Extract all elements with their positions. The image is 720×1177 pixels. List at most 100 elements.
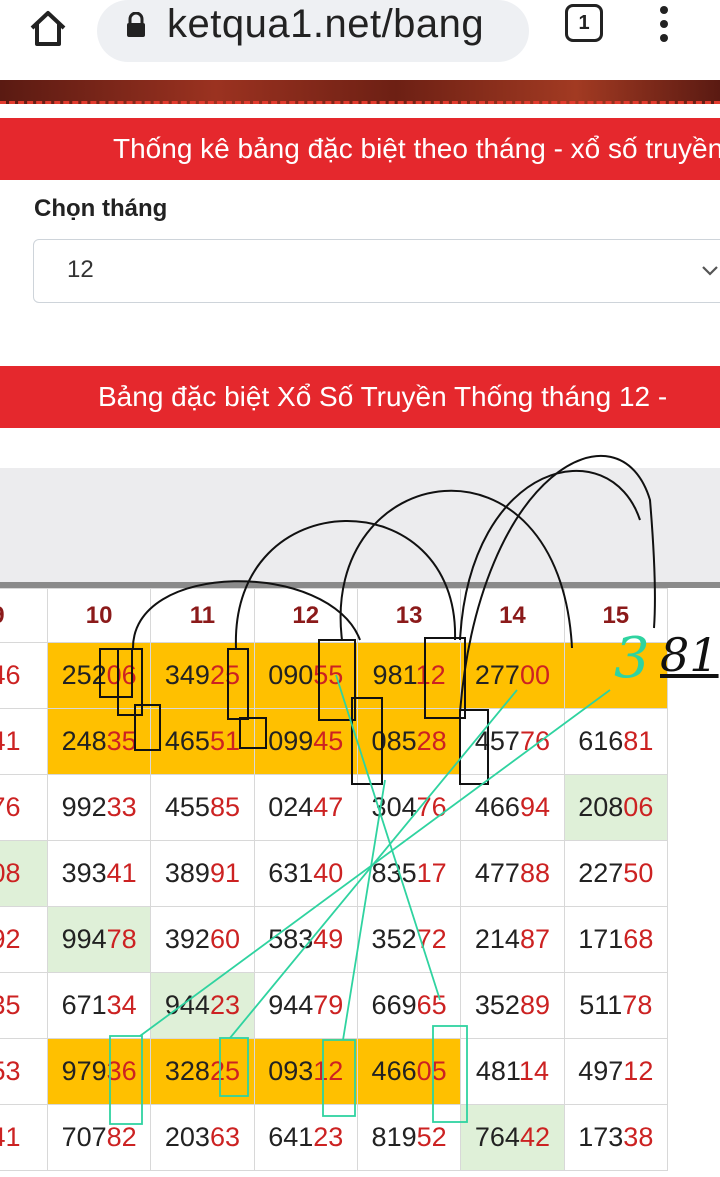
app-root: { "browser": { "url": "ketqua1.net/bang"… <box>0 0 720 1177</box>
result-prefix: 466 <box>474 792 520 822</box>
result-cell: 22750 <box>563 840 669 907</box>
result-prefix: 352 <box>474 990 520 1020</box>
result-cell: 35272 <box>356 906 462 973</box>
column-header-day: 9 <box>0 588 48 643</box>
result-prefix: 477 <box>474 858 520 888</box>
result-cell: 17338 <box>563 1104 669 1171</box>
month-select[interactable]: 12 <box>33 239 720 303</box>
result-tail-digits: 53 <box>0 1056 21 1086</box>
result-cell: 35289 <box>460 972 565 1039</box>
handwritten-number: 81 <box>660 628 719 682</box>
result-cell: 51178 <box>563 972 669 1039</box>
table-row: 353979363282509312466054811449712 <box>0 1038 669 1105</box>
result-tail-digits: 06 <box>623 792 654 822</box>
result-tail-digits: 12 <box>623 1056 654 1086</box>
table-caption-band <box>0 468 720 582</box>
table-row: 308393413899163140835174778822750 <box>0 840 669 907</box>
result-tail-digits: 94 <box>519 792 550 822</box>
result-tail-digits: 65 <box>416 990 447 1020</box>
result-cell: 241 <box>0 1104 48 1171</box>
table-row: 3462520634925090559811227700 <box>0 642 669 709</box>
result-cell: 46551 <box>150 708 255 775</box>
result-tail-digits: 06 <box>106 660 137 690</box>
result-prefix: 944 <box>268 990 314 1020</box>
result-prefix: 455 <box>164 792 210 822</box>
result-prefix: 707 <box>61 1122 107 1152</box>
month-select-value: 12 <box>67 256 94 283</box>
result-tail-digits: 25 <box>209 660 240 690</box>
result-prefix: 511 <box>579 990 623 1020</box>
result-tail-digits: 51 <box>209 726 240 756</box>
result-tail-digits: 55 <box>313 660 344 690</box>
result-cell: 39260 <box>150 906 255 973</box>
result-prefix: 248 <box>61 726 107 756</box>
result-tail-digits: 76 <box>0 792 21 822</box>
result-tail-digits: 17 <box>416 858 447 888</box>
result-cell: 49712 <box>563 1038 669 1105</box>
result-prefix: 349 <box>164 660 210 690</box>
url-bar[interactable]: ketqua1.net/bang <box>97 0 529 62</box>
result-tail-digits: 45 <box>313 726 344 756</box>
more-vert-icon[interactable] <box>652 4 676 44</box>
result-prefix: 203 <box>164 1122 210 1152</box>
result-cell: 392 <box>0 906 48 973</box>
result-prefix: 616 <box>578 726 624 756</box>
result-cell: 09055 <box>253 642 358 709</box>
result-cell: 38991 <box>150 840 255 907</box>
table-row: 392994783926058349352722148717168 <box>0 906 669 973</box>
result-prefix: 819 <box>371 1122 417 1152</box>
result-tail-digits: 78 <box>622 990 653 1020</box>
result-tail-digits: 87 <box>519 924 550 954</box>
result-cell: 041 <box>0 708 48 775</box>
result-cell: 64123 <box>253 1104 358 1171</box>
result-tail-digits: 23 <box>209 990 240 1020</box>
result-tail-digits: 25 <box>209 1056 240 1086</box>
table-row: 041248354655109945085284577661681 <box>0 708 669 775</box>
result-tail-digits: 23 <box>313 1122 344 1152</box>
table-header-row: 9101112131415 <box>0 588 669 643</box>
result-prefix: 252 <box>61 660 107 690</box>
result-cell: 99233 <box>46 774 152 841</box>
result-cell: 99478 <box>46 906 152 973</box>
result-prefix: 465 <box>164 726 210 756</box>
result-prefix: 481 <box>475 1056 519 1086</box>
result-cell: 308 <box>0 840 48 907</box>
result-prefix: 389 <box>164 858 210 888</box>
month-label: Chọn tháng <box>34 195 168 222</box>
result-tail-digits: 12 <box>415 660 446 690</box>
result-cell: 97936 <box>46 1038 152 1105</box>
result-tail-digits: 88 <box>519 858 550 888</box>
result-cell: 46694 <box>460 774 565 841</box>
result-prefix: 764 <box>474 1122 520 1152</box>
result-prefix: 173 <box>578 1122 624 1152</box>
result-prefix: 024 <box>268 792 314 822</box>
column-header-day: 14 <box>460 588 565 643</box>
result-prefix: 304 <box>371 792 417 822</box>
url-text: ketqua1.net/bang <box>167 2 485 46</box>
result-prefix: 497 <box>578 1056 624 1086</box>
result-tail-digits: 52 <box>416 1122 447 1152</box>
result-prefix: 992 <box>61 792 107 822</box>
result-tail-digits: 92 <box>0 924 21 954</box>
result-cell: 353 <box>0 1038 48 1105</box>
result-cell: 58349 <box>253 906 358 973</box>
result-cell: 47788 <box>460 840 565 907</box>
result-prefix: 214 <box>474 924 520 954</box>
result-prefix: 392 <box>164 924 210 954</box>
home-icon[interactable] <box>26 6 70 50</box>
result-prefix: 944 <box>164 990 210 1020</box>
browser-toolbar: ketqua1.net/bang 1 <box>0 0 720 80</box>
result-tail-digits: 49 <box>313 924 344 954</box>
result-prefix: 085 <box>371 726 417 756</box>
result-tail-digits: 47 <box>313 792 344 822</box>
result-cell: 21487 <box>460 906 565 973</box>
result-cell: 83517 <box>356 840 462 907</box>
result-cell: 02447 <box>253 774 358 841</box>
tab-switcher-button[interactable]: 1 <box>565 4 603 42</box>
result-cell: 17168 <box>563 906 669 973</box>
result-cell: 346 <box>0 642 48 709</box>
result-prefix: 583 <box>268 924 314 954</box>
result-tail-digits: 40 <box>313 858 344 888</box>
site-banner <box>0 80 720 104</box>
result-cell: 25206 <box>46 642 152 709</box>
